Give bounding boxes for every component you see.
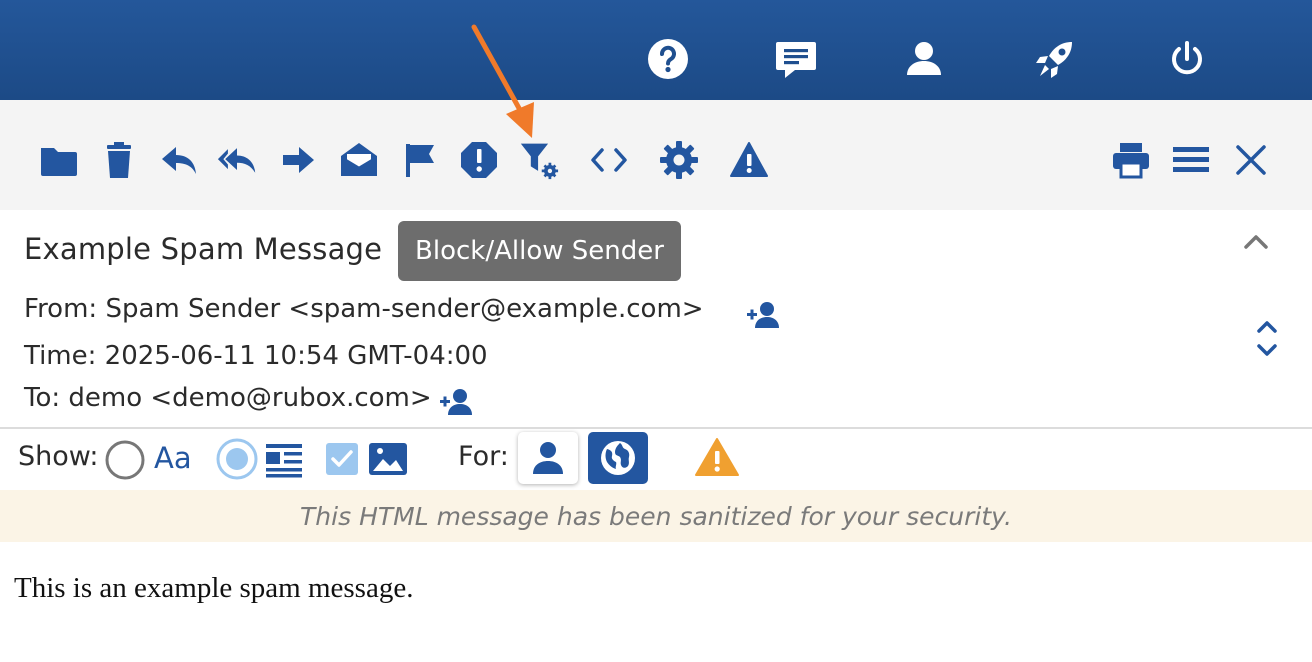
- to-line: To: demo <demo@rubox.com>: [24, 383, 432, 413]
- header-divider: [0, 427, 1312, 429]
- trash-icon[interactable]: [97, 138, 141, 182]
- report-icon[interactable]: [457, 138, 501, 182]
- flag-icon[interactable]: [398, 138, 442, 182]
- sanitized-notice: This HTML message has been sanitized for…: [0, 490, 1312, 542]
- show-label: Show:: [18, 441, 99, 472]
- settings-icon[interactable]: [657, 138, 701, 182]
- warning-icon[interactable]: [727, 138, 771, 182]
- for-label: For:: [458, 441, 509, 472]
- plain-text-radio[interactable]: [104, 439, 146, 481]
- warning-icon: [694, 436, 740, 478]
- html-radio[interactable]: [215, 437, 259, 481]
- add-contact-icon[interactable]: [439, 387, 475, 417]
- reply-all-icon[interactable]: [215, 138, 259, 182]
- reply-icon[interactable]: [157, 138, 201, 182]
- images-checkbox[interactable]: [325, 442, 359, 476]
- message-body: This is an example spam message.: [14, 572, 414, 604]
- image-icon[interactable]: [368, 441, 408, 477]
- add-contact-icon[interactable]: [746, 300, 782, 330]
- time-line: Time: 2025-06-11 10:54 GMT-04:00: [24, 341, 488, 371]
- folder-icon[interactable]: [37, 138, 81, 182]
- user-icon[interactable]: [903, 38, 945, 80]
- expand-collapse-icon[interactable]: [1252, 318, 1282, 360]
- mark-read-icon[interactable]: [337, 138, 381, 182]
- help-icon[interactable]: [647, 38, 689, 80]
- source-code-icon[interactable]: [587, 138, 631, 182]
- collapse-header-icon[interactable]: [1240, 228, 1272, 256]
- for-sender-button[interactable]: [518, 432, 578, 484]
- filter-settings-icon[interactable]: [517, 138, 561, 182]
- menu-icon[interactable]: [1169, 138, 1213, 182]
- block-allow-tooltip: Block/Allow Sender: [398, 221, 681, 281]
- plain-text-label[interactable]: Aa: [154, 441, 192, 475]
- power-icon[interactable]: [1166, 38, 1208, 80]
- for-everyone-button[interactable]: [588, 432, 648, 484]
- print-icon[interactable]: [1109, 138, 1153, 182]
- forward-icon[interactable]: [277, 138, 321, 182]
- rocket-icon[interactable]: [1034, 38, 1076, 80]
- from-line: From: Spam Sender <spam-sender@example.c…: [24, 294, 704, 324]
- chat-icon[interactable]: [775, 38, 817, 80]
- close-icon[interactable]: [1229, 138, 1273, 182]
- html-format-icon[interactable]: [264, 442, 304, 478]
- message-subject: Example Spam Message: [24, 232, 383, 266]
